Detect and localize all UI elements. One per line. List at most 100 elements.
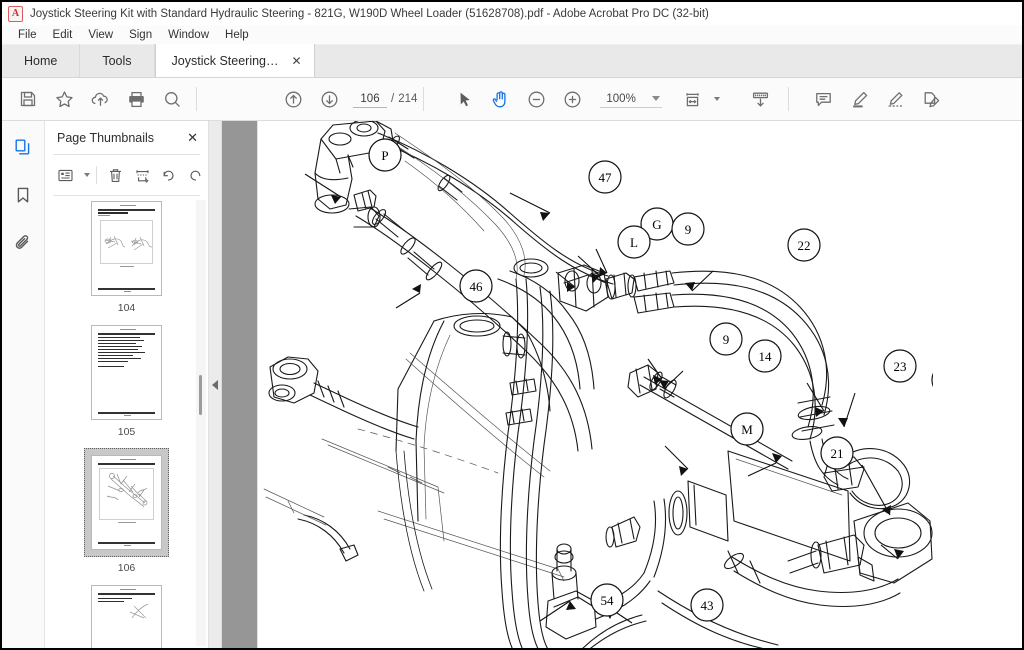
- tab-document[interactable]: Joystick Steering Ki... ✕: [154, 44, 315, 77]
- thumbnail-page-preview: [91, 325, 162, 420]
- hand-tool-icon[interactable]: [482, 82, 518, 116]
- callout-label: 9: [723, 332, 730, 347]
- callout-label: 47: [599, 170, 613, 185]
- page-navigation: / 214: [353, 90, 418, 108]
- thumbnail-label: 104: [117, 302, 136, 314]
- thumbnail-page-preview: [91, 455, 162, 550]
- thumbnail-frame: [84, 448, 169, 557]
- tab-tools[interactable]: Tools: [80, 44, 155, 77]
- page-total-label: 214: [398, 93, 418, 105]
- select-cursor-icon[interactable]: [446, 82, 482, 116]
- menu-edit[interactable]: Edit: [45, 29, 81, 41]
- rotate-counterclockwise-icon[interactable]: [156, 162, 182, 188]
- next-page-icon[interactable]: [311, 82, 347, 116]
- workspace: Page Thumbnails ✕ 104 105 106 P 47 G 9 L…: [2, 121, 1022, 648]
- page-thumbnails-panel: Page Thumbnails ✕ 104 105 106: [45, 121, 209, 648]
- pdf-page: P47G9L22469142326M2120E5443: [257, 121, 1022, 648]
- fit-page-icon[interactable]: [674, 82, 710, 116]
- tab-home-label: Home: [24, 53, 58, 68]
- tab-document-label: Joystick Steering Ki...: [171, 53, 280, 68]
- page-down-icon[interactable]: [742, 82, 778, 116]
- thumbnail-frame: [90, 324, 163, 421]
- comment-icon[interactable]: [805, 82, 841, 116]
- callout-label: 46: [470, 279, 484, 294]
- document-viewport[interactable]: P47G9L22469142326M2120E5443: [257, 121, 1022, 648]
- tab-tools-label: Tools: [102, 53, 132, 68]
- menu-help[interactable]: Help: [217, 29, 257, 41]
- chevron-left-icon: [212, 379, 218, 390]
- menu-view[interactable]: View: [80, 29, 121, 41]
- thumbnail-page-preview: [91, 201, 162, 296]
- callout-label: G: [652, 217, 661, 232]
- title-bar: Joystick Steering Kit with Standard Hydr…: [2, 2, 1022, 26]
- highlight-icon[interactable]: [841, 82, 877, 116]
- callout-label: P: [381, 148, 388, 163]
- close-icon[interactable]: ✕: [291, 55, 301, 67]
- thumbnail-label: 106: [117, 562, 136, 574]
- page-thumbnails-icon[interactable]: [7, 131, 39, 163]
- callout-label: L: [630, 235, 638, 250]
- page-separator: /: [391, 93, 395, 105]
- toolbar-separator-3: [788, 87, 790, 111]
- bookmarks-icon[interactable]: [7, 179, 39, 211]
- thumbnail-item[interactable]: 105: [90, 324, 163, 444]
- thumbnail-frame: [90, 200, 163, 297]
- print-icon[interactable]: [118, 82, 154, 116]
- toolbar-separator: [196, 87, 197, 111]
- tab-strip: Home Tools Joystick Steering Ki... ✕: [2, 44, 1022, 78]
- thumbnails-scrollbar[interactable]: [196, 200, 206, 646]
- zoom-level-select[interactable]: 100%: [600, 91, 663, 108]
- acrobat-window: Joystick Steering Kit with Standard Hydr…: [0, 0, 1024, 650]
- close-icon[interactable]: ✕: [187, 131, 198, 144]
- delete-pages-icon[interactable]: [103, 162, 129, 188]
- save-icon[interactable]: [10, 82, 46, 116]
- thumbnail-page-preview: [91, 585, 162, 648]
- callout-label: 23: [894, 359, 907, 374]
- menu-window[interactable]: Window: [160, 29, 217, 41]
- tab-home[interactable]: Home: [2, 44, 81, 77]
- zoom-level-value: 100%: [606, 92, 636, 105]
- thumbnails-panel-header: Page Thumbnails ✕: [45, 121, 208, 154]
- fit-chevron-down-icon[interactable]: [714, 97, 721, 101]
- thumbnail-item-selected[interactable]: 106: [84, 448, 169, 580]
- toolbar-separator-2: [423, 87, 425, 111]
- callout-label: 54: [601, 593, 615, 608]
- callout-label: 9: [685, 222, 692, 237]
- thumbnail-item[interactable]: 104: [90, 200, 163, 320]
- extract-pages-icon[interactable]: [129, 162, 155, 188]
- chevron-down-icon[interactable]: [83, 173, 90, 177]
- callout-label: 21: [831, 446, 844, 461]
- menu-bar: File Edit View Sign Window Help: [2, 26, 1022, 45]
- sign-icon[interactable]: [877, 82, 913, 116]
- document-background-band: [222, 121, 257, 648]
- thumbnail-frame: [90, 584, 163, 648]
- window-title: Joystick Steering Kit with Standard Hydr…: [30, 7, 709, 20]
- zoom-in-icon[interactable]: [554, 82, 590, 116]
- thumbnails-panel-title: Page Thumbnails: [57, 130, 155, 145]
- page-number-input[interactable]: [353, 90, 387, 108]
- panel-collapse-handle[interactable]: [209, 121, 222, 648]
- navigation-rail: [2, 121, 45, 648]
- thumbnails-toolbar: [45, 155, 208, 195]
- rotate-clockwise-icon[interactable]: [182, 162, 208, 188]
- zoom-out-icon[interactable]: [518, 82, 554, 116]
- callout-label: 43: [701, 598, 714, 613]
- menu-sign[interactable]: Sign: [121, 29, 160, 41]
- menu-file[interactable]: File: [10, 29, 45, 41]
- cloud-upload-icon[interactable]: [82, 82, 118, 116]
- thumbnail-label: 105: [117, 426, 136, 438]
- chevron-down-icon: [652, 96, 661, 101]
- edit-pdf-icon[interactable]: [913, 82, 949, 116]
- star-icon[interactable]: [46, 82, 82, 116]
- callout-label: 14: [759, 349, 773, 364]
- search-icon[interactable]: [154, 82, 190, 116]
- thumbnail-size-options-icon[interactable]: [53, 162, 79, 188]
- thumbnails-scrollbar-thumb[interactable]: [199, 375, 202, 415]
- callout-label: M: [741, 422, 753, 437]
- attachments-icon[interactable]: [7, 227, 39, 259]
- thumbnails-toolbar-separator: [95, 166, 97, 184]
- previous-page-icon[interactable]: [275, 82, 311, 116]
- thumbnails-scroll-area[interactable]: 104 105 106: [45, 196, 208, 648]
- thumbnail-item[interactable]: [90, 584, 163, 648]
- acrobat-icon: [8, 5, 23, 22]
